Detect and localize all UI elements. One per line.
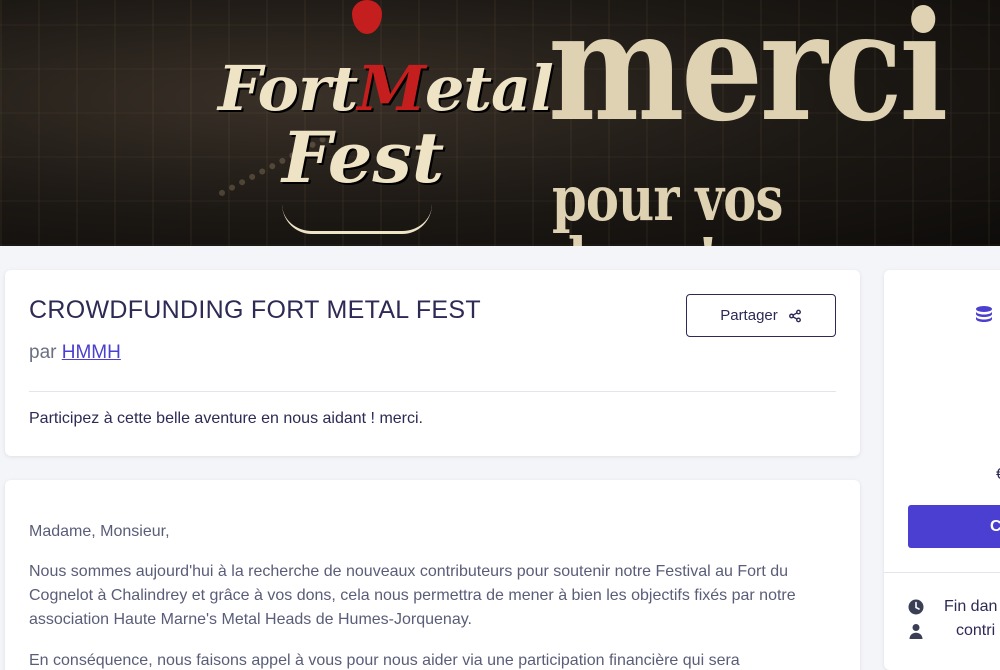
banner-subline: pour vos dons ! <box>552 162 783 247</box>
end-date-row: Fin dan <box>908 598 997 616</box>
share-icon <box>788 309 801 322</box>
clock-icon <box>908 599 924 615</box>
divider <box>884 572 1000 573</box>
logo-line-1: FortMetal <box>218 52 554 125</box>
end-date-text: Fin dan <box>944 598 998 615</box>
share-button[interactable]: Partager <box>686 294 836 337</box>
festival-logo: FortMetal Fest <box>212 0 554 246</box>
user-icon <box>909 624 923 639</box>
share-button-label: Partager <box>720 307 778 324</box>
contribute-button[interactable]: C <box>908 505 1000 548</box>
logo-line-2: Fest <box>282 116 445 199</box>
banner-headline: merci <box>548 0 948 155</box>
campaign-title: CROWDFUNDING FORT METAL FEST <box>29 296 481 324</box>
coins-icon <box>976 306 992 322</box>
description-paragraph: Nous sommes aujourd'hui à la recherche d… <box>29 563 796 628</box>
logo-flourish <box>282 204 432 234</box>
contributors-row: contri <box>908 622 995 640</box>
header-banner: FortMetal Fest merci pour vos dons ! <box>0 0 1000 246</box>
collected-amount: € <box>996 466 1000 484</box>
description-paragraph: Madame, Monsieur, <box>29 523 170 540</box>
divider <box>29 391 836 392</box>
guitar-pick-icon <box>352 0 382 34</box>
campaign-author-line: par HMMH <box>29 342 121 364</box>
author-link[interactable]: HMMH <box>62 342 121 363</box>
campaign-header-card: CROWDFUNDING FORT METAL FEST par HMMH Pa… <box>5 270 860 456</box>
contributors-text: contri <box>956 622 996 639</box>
campaign-description-card: Madame, Monsieur, Nous sommes aujourd'hu… <box>5 480 860 670</box>
author-prefix: par <box>29 342 57 363</box>
campaign-tagline: Participez à cette belle aventure en nou… <box>29 410 423 427</box>
contribution-sidebar: € C Fin dan contri <box>884 270 1000 670</box>
description-paragraph: En conséquence, nous faisons appel à vou… <box>29 652 740 669</box>
